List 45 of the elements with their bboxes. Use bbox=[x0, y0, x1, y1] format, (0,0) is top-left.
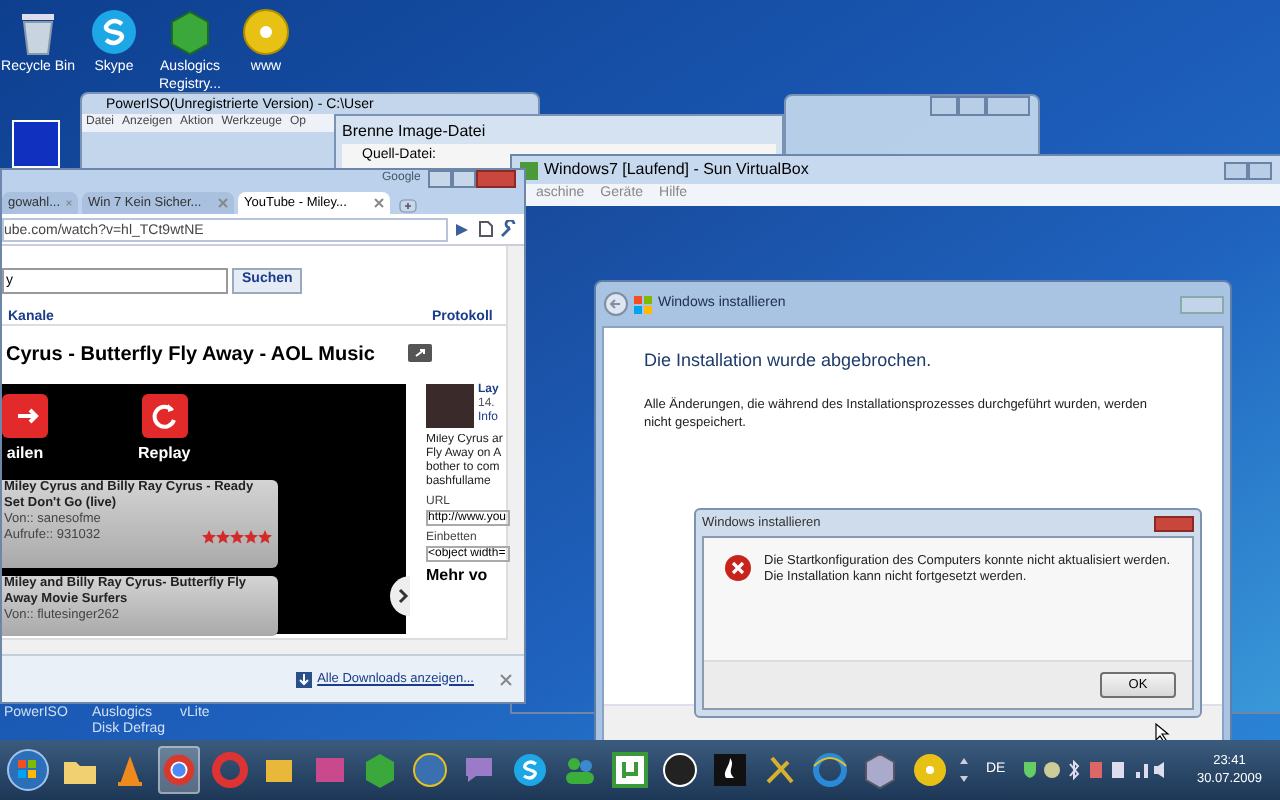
flame-icon[interactable] bbox=[709, 750, 749, 790]
taskbar-button[interactable] bbox=[158, 746, 200, 794]
circle-logo-icon[interactable] bbox=[659, 750, 699, 790]
horizontal-scrollbar[interactable] bbox=[2, 638, 508, 654]
mu-logo-icon[interactable] bbox=[609, 750, 649, 790]
windows-logo-icon bbox=[634, 295, 652, 313]
chat-logo-icon[interactable] bbox=[509, 750, 549, 790]
thumbnail-placeholder bbox=[426, 384, 474, 428]
popout-icon bbox=[408, 344, 432, 362]
maximize-button[interactable] bbox=[1248, 161, 1272, 179]
minimize-button[interactable] bbox=[930, 96, 958, 116]
player-button-label[interactable]: ailen bbox=[6, 442, 44, 466]
page-icon bbox=[476, 220, 494, 238]
error-icon bbox=[724, 554, 752, 582]
shield-icon[interactable] bbox=[1021, 760, 1038, 780]
close-button[interactable] bbox=[1154, 515, 1194, 531]
more-heading: Mehr vo bbox=[426, 568, 490, 582]
scroll-arrows-icon bbox=[958, 756, 970, 784]
bluetooth-icon[interactable] bbox=[1065, 760, 1082, 780]
speaker-icon[interactable] bbox=[1153, 760, 1170, 780]
disc-icon[interactable] bbox=[909, 750, 949, 790]
replay-icon bbox=[141, 394, 188, 438]
share-icon bbox=[2, 394, 48, 438]
player-button-label[interactable]: Replay bbox=[138, 442, 191, 466]
close-icon[interactable] bbox=[500, 673, 512, 685]
minimize-button[interactable] bbox=[1224, 161, 1248, 179]
video-title: Cyrus - Butterfly Fly Away - AOL Music bbox=[6, 342, 375, 370]
wrench-icon bbox=[500, 220, 518, 238]
download-icon bbox=[295, 671, 312, 687]
new-tab-icon bbox=[398, 198, 418, 214]
disc-icon bbox=[240, 6, 292, 58]
window-title: Brenne Image-Datei bbox=[340, 120, 488, 144]
heading: Die Installation wurde abgebrochen. bbox=[644, 348, 934, 374]
maximize-button[interactable] bbox=[958, 96, 986, 116]
window-title: Windows7 [Laufend] - Sun VirtualBox bbox=[544, 158, 809, 182]
tab-close-icon[interactable] bbox=[374, 198, 384, 208]
signal-icon[interactable] bbox=[1131, 760, 1148, 780]
start-button-icon bbox=[6, 748, 50, 792]
browser-icon bbox=[160, 750, 198, 790]
vertical-scrollbar[interactable] bbox=[506, 246, 524, 656]
chat-logo-icon bbox=[88, 6, 140, 58]
minimize-button[interactable] bbox=[428, 170, 452, 188]
maximize-button[interactable] bbox=[452, 170, 476, 188]
selected-desktop-icon[interactable] bbox=[12, 120, 60, 168]
mouse-cursor-icon bbox=[1154, 722, 1172, 744]
